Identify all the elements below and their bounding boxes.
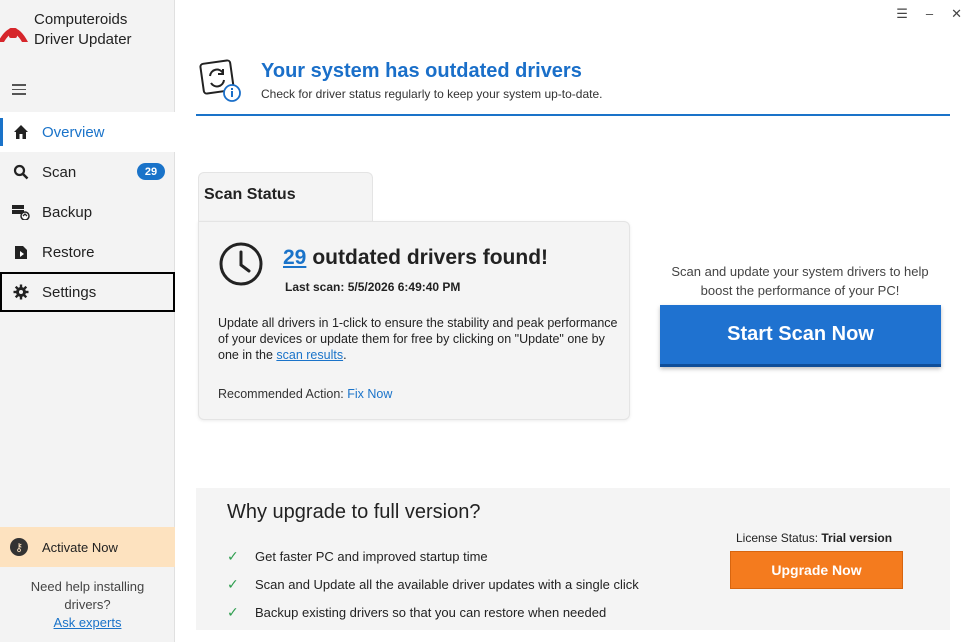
- close-button[interactable]: ✕: [951, 6, 962, 22]
- sidebar-item-label: Restore: [42, 243, 95, 261]
- sidebar-item-label: Scan: [42, 163, 77, 181]
- sidebar-item-label: Overview: [42, 123, 105, 141]
- scan-status-title: Scan Status: [204, 186, 296, 203]
- cta-line2: boost the performance of your PC!: [700, 283, 900, 298]
- sidebar-item-backup[interactable]: Backup: [0, 192, 175, 232]
- start-scan-button[interactable]: Start Scan Now: [660, 305, 941, 367]
- scan-description: Update all drivers in 1-click to ensure …: [218, 315, 618, 363]
- upgrade-now-button[interactable]: Upgrade Now: [730, 551, 903, 589]
- sidebar-item-overview[interactable]: Overview: [0, 112, 175, 152]
- scan-count-badge: 29: [137, 163, 165, 180]
- scan-status-tab: Scan Status: [198, 172, 373, 224]
- benefit-text: Backup existing drivers so that you can …: [255, 604, 607, 620]
- benefit-text: Get faster PC and improved startup time: [255, 548, 488, 564]
- sidebar-item-scan[interactable]: Scan 29: [0, 152, 175, 192]
- cta-text: Scan and update your system drivers to h…: [655, 262, 945, 300]
- upgrade-benefits: ✓ Get faster PC and improved startup time…: [227, 542, 639, 626]
- menu-icon[interactable]: ☰: [896, 6, 908, 22]
- refresh-info-icon: [199, 59, 241, 102]
- home-icon: [12, 123, 30, 141]
- license-status: License Status: Trial version: [736, 531, 892, 545]
- help-text-line1: Need help installing: [30, 579, 145, 594]
- sidebar-item-settings[interactable]: Settings: [0, 272, 175, 312]
- upgrade-panel: Why upgrade to full version? ✓ Get faster…: [196, 488, 950, 630]
- restore-icon: [12, 243, 30, 261]
- window-controls: ☰ – ✕: [896, 6, 962, 22]
- checkmark-icon: ✓: [227, 575, 239, 592]
- scan-status-card: 29 outdated drivers found! Last scan: 5/5…: [198, 221, 630, 420]
- scan-results-link[interactable]: scan results: [276, 348, 343, 362]
- help-text-line2: drivers?: [64, 597, 111, 612]
- outdated-summary: 29 outdated drivers found!: [283, 246, 548, 270]
- list-item: ✓ Backup existing drivers so that you can…: [227, 598, 639, 626]
- outdated-text: outdated drivers found!: [312, 246, 549, 269]
- license-label: License Status:: [736, 531, 822, 545]
- upgrade-title: Why upgrade to full version?: [227, 501, 481, 523]
- list-item: ✓ Get faster PC and improved startup time: [227, 542, 639, 570]
- minimize-button[interactable]: –: [926, 6, 933, 22]
- page-subtitle: Check for driver status regularly to kee…: [261, 87, 603, 101]
- key-icon: ⚷: [10, 538, 28, 556]
- recommended-action: Recommended Action: Fix Now: [218, 387, 392, 401]
- cta-line1: Scan and update your system drivers to h…: [671, 264, 929, 279]
- sidebar: Computeroids Driver Updater Overview Sca…: [0, 0, 175, 642]
- sidebar-item-label: Backup: [42, 203, 93, 221]
- brand: Computeroids Driver Updater: [0, 10, 132, 50]
- benefit-text: Scan and Update all the available driver…: [255, 576, 639, 592]
- last-scan-time: Last scan: 5/5/2026 6:49:40 PM: [285, 280, 461, 294]
- clock-icon: [219, 242, 263, 286]
- help-section: Need help installing drivers? Ask expert…: [0, 578, 175, 632]
- ask-experts-link[interactable]: Ask experts: [0, 614, 175, 632]
- app-name-line2: Driver Updater: [34, 31, 132, 48]
- list-item: ✓ Scan and Update all the available drive…: [227, 570, 639, 598]
- page-title: Your system has outdated drivers: [261, 60, 582, 82]
- license-value: Trial version: [821, 531, 893, 545]
- activate-now-button[interactable]: ⚷ Activate Now: [0, 527, 175, 567]
- checkmark-icon: ✓: [227, 547, 239, 564]
- search-icon: [12, 163, 30, 181]
- fix-now-link[interactable]: Fix Now: [347, 387, 392, 401]
- rec-label: Recommended Action:: [218, 387, 348, 401]
- page-header: Your system has outdated drivers Check f…: [196, 56, 950, 116]
- sidebar-item-label: Settings: [42, 283, 97, 301]
- desc-end: .: [343, 348, 347, 362]
- logo-icon: [0, 28, 28, 42]
- activate-label: Activate Now: [42, 539, 118, 555]
- sidebar-nav: Overview Scan 29 Backup Restore Settings: [0, 112, 175, 312]
- app-name-line1: Computeroids: [34, 11, 128, 28]
- sidebar-item-restore[interactable]: Restore: [0, 232, 175, 272]
- gear-icon: [12, 283, 30, 301]
- outdated-count-link[interactable]: 29: [283, 246, 306, 269]
- hamburger-icon[interactable]: [12, 84, 26, 95]
- checkmark-icon: ✓: [227, 603, 239, 620]
- backup-icon: [12, 203, 30, 221]
